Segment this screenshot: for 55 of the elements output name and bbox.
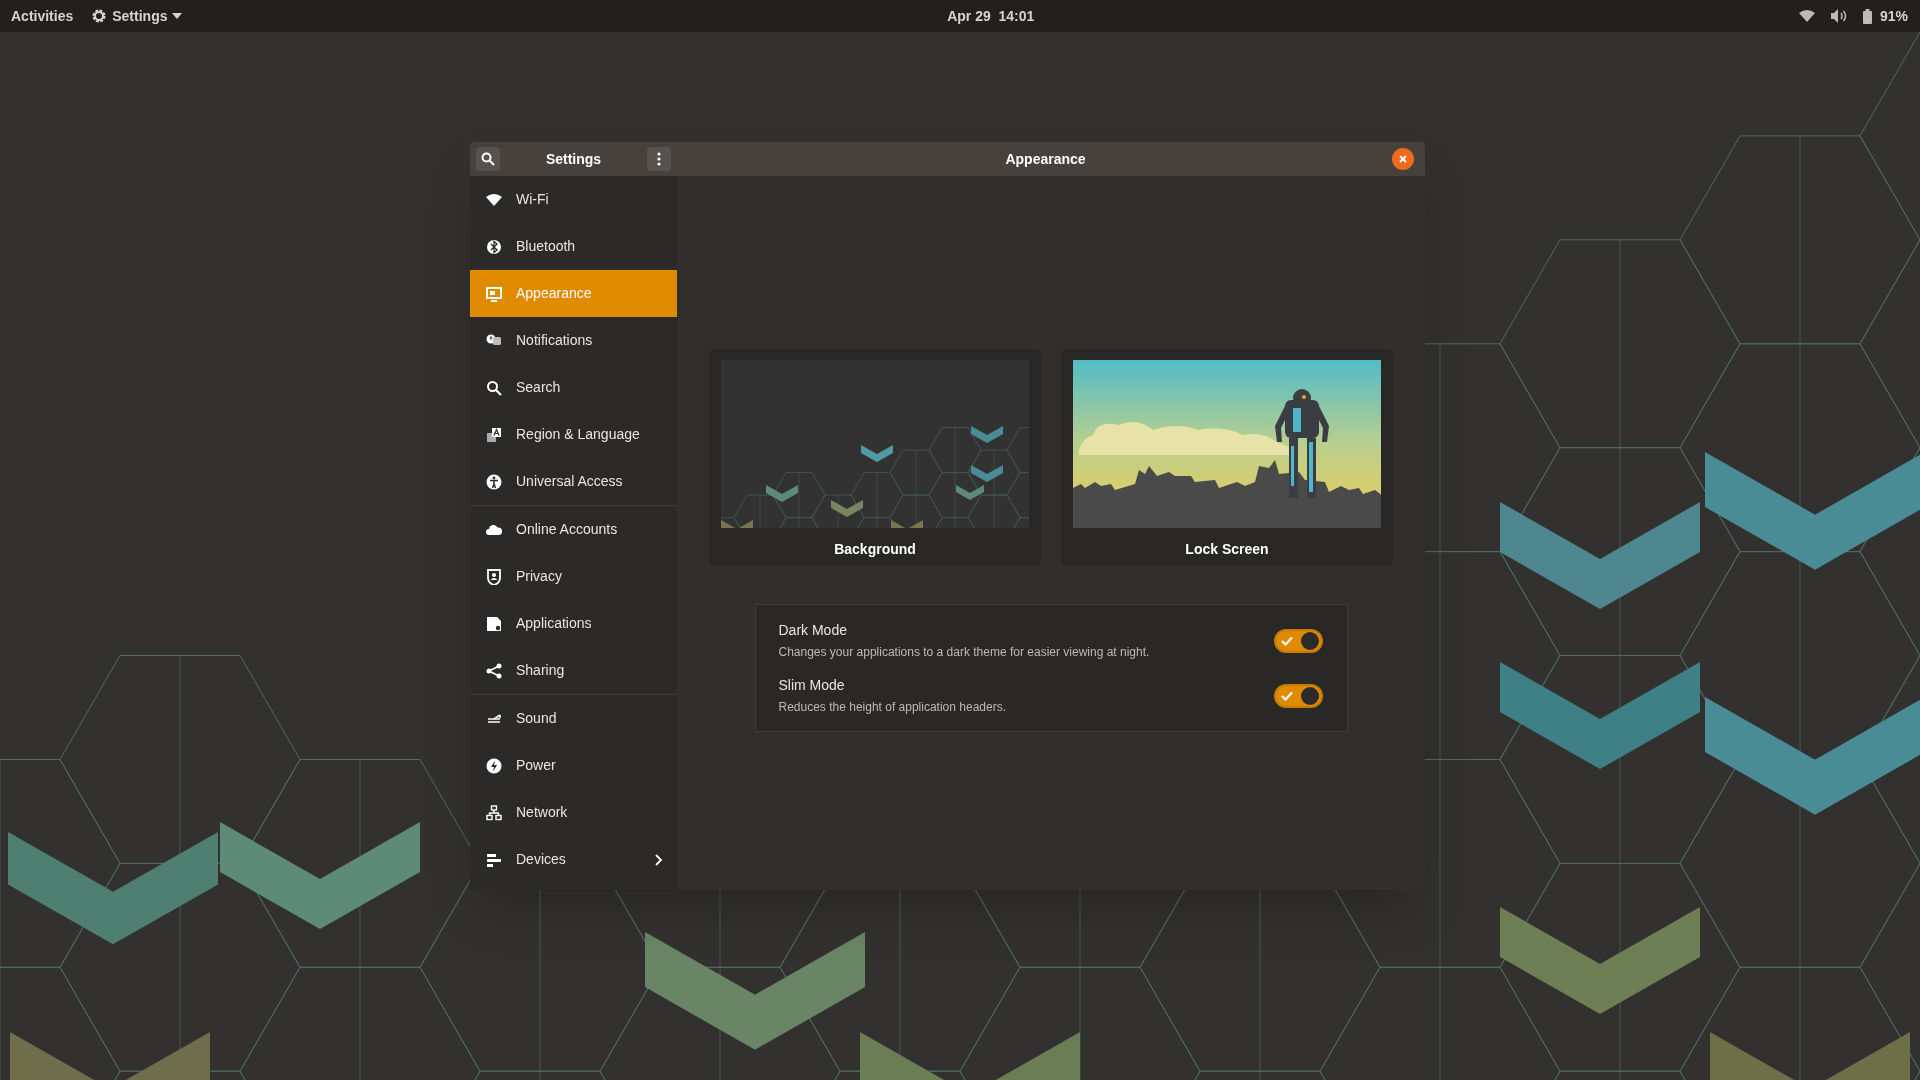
search-icon [481, 152, 495, 166]
search-icon [486, 379, 502, 396]
wifi-icon[interactable] [1798, 10, 1815, 22]
toggle-switch[interactable] [1273, 683, 1323, 708]
sidebar-item[interactable]: Sharing [470, 647, 677, 694]
sidebar-item[interactable]: Applications [470, 600, 677, 647]
sidebar-item[interactable]: Devices [470, 836, 677, 883]
sidebar-item[interactable]: Search [470, 364, 677, 411]
wifi-icon [486, 191, 502, 208]
devices-icon [486, 851, 502, 868]
sidebar-item[interactable]: Notifications [470, 317, 677, 364]
search-button[interactable] [476, 147, 500, 171]
network-icon [486, 804, 502, 821]
sidebar-title: Settings [545, 149, 602, 169]
sidebar-item[interactable]: Region & Language [470, 411, 677, 458]
option-title: Slim Mode [778, 676, 846, 695]
option-title: Dark Mode [778, 621, 848, 640]
share-icon [486, 662, 502, 679]
close-button[interactable] [1392, 148, 1414, 170]
window-title: Appearance [1005, 149, 1086, 169]
sidebar-item[interactable]: Power [470, 742, 677, 789]
clock[interactable]: Apr 29 14:01 [947, 0, 1035, 32]
close-icon [1399, 155, 1407, 163]
bluetooth-icon [486, 238, 502, 255]
gear-icon [91, 8, 108, 24]
option-description: Changes your applications to a dark theme for easier viewing at night. [778, 644, 1151, 661]
monitor-icon [486, 285, 502, 302]
wallpaper-card[interactable]: Lock Screen [1061, 349, 1393, 565]
wallpaper-label: Lock Screen [1185, 540, 1269, 559]
battery-percentage: 91% [1879, 6, 1908, 26]
sidebar-item[interactable]: Wi-Fi [470, 176, 677, 223]
volume-icon[interactable] [1830, 9, 1847, 23]
caret-icon [172, 13, 183, 19]
wallpaper-label: Background [834, 540, 916, 559]
sidebar-item[interactable]: Privacy [470, 553, 677, 600]
checkmark-icon [1280, 635, 1293, 646]
sidebar-item[interactable]: Universal Access [470, 458, 677, 505]
activities-button[interactable]: Activities [11, 0, 74, 32]
language-icon [486, 426, 502, 443]
wallpaper-card[interactable]: Background [709, 349, 1041, 565]
sidebar-item[interactable]: Online Accounts [470, 506, 677, 553]
shield-icon [486, 568, 502, 585]
toggle-switch[interactable] [1273, 628, 1323, 653]
checkmark-icon [1280, 690, 1293, 701]
menu-button[interactable] [647, 147, 671, 171]
battery-icon[interactable] [1862, 8, 1872, 24]
option-description: Reduces the height of application headers. [778, 699, 1007, 716]
applications-icon [486, 615, 502, 632]
sidebar-item[interactable]: Sound [470, 695, 677, 742]
app-menu-button[interactable]: Settings [91, 0, 183, 32]
menu-icon [657, 152, 661, 166]
sidebar-item[interactable]: Bluetooth [470, 223, 677, 270]
power-icon [486, 757, 502, 774]
accessibility-icon [486, 473, 502, 490]
sidebar-item[interactable]: Network [470, 789, 677, 836]
